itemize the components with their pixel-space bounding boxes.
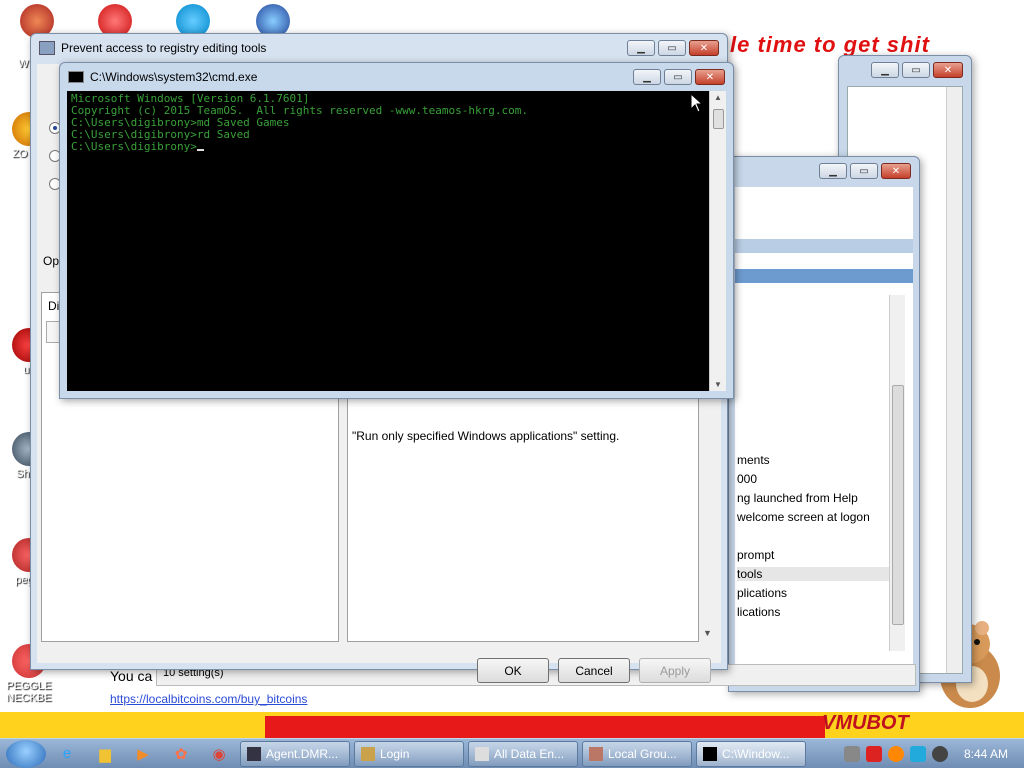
window-title: C:\Windows\system32\cmd.exe: [90, 70, 258, 84]
toolbar-strip: [735, 239, 913, 253]
vertical-scrollbar[interactable]: [946, 87, 962, 673]
scroll-down-icon[interactable]: ▼: [714, 380, 722, 389]
minimize-button[interactable]: ▁: [627, 40, 655, 56]
task-label: Local Grou...: [608, 746, 677, 761]
maximize-button[interactable]: ▭: [902, 62, 930, 78]
close-button[interactable]: ✕: [933, 62, 963, 78]
minimize-button[interactable]: ▁: [819, 163, 847, 179]
taskbar-item-login[interactable]: Login: [354, 740, 464, 767]
maximize-button[interactable]: ▭: [658, 40, 686, 56]
app-icon: [361, 746, 375, 761]
task-label: C:\Window...: [722, 746, 790, 761]
taskbar-item-cmd[interactable]: C:\Window...: [696, 740, 806, 767]
scroll-up-icon[interactable]: ▲: [714, 93, 722, 102]
maximize-button[interactable]: ▭: [664, 69, 692, 85]
tray-antivirus-icon[interactable]: [865, 745, 882, 762]
taskbar-item-agent[interactable]: Agent.DMR...: [240, 740, 350, 767]
window-controls: ▁ ▭ ✕: [819, 163, 911, 179]
policy-icon: [39, 41, 55, 55]
list-item[interactable]: ng launched from Help: [737, 491, 858, 505]
minimize-button[interactable]: ▁: [633, 69, 661, 85]
close-button[interactable]: ✕: [689, 40, 719, 56]
list-item[interactable]: plications: [737, 586, 787, 600]
scrollbar-thumb[interactable]: [713, 109, 724, 129]
tray-app-icon[interactable]: [843, 745, 860, 762]
bitcoin-link[interactable]: https://localbitcoins.com/buy_bitcoins: [110, 692, 307, 706]
start-button[interactable]: [6, 739, 46, 768]
window-controls: ▁ ▭ ✕: [627, 40, 719, 56]
cmd-icon: [68, 71, 84, 83]
list-item[interactable]: 000: [737, 472, 757, 486]
list-scrollbar[interactable]: [889, 295, 905, 651]
window-title: Prevent access to registry editing tools: [61, 41, 267, 55]
task-label: Login: [380, 746, 410, 761]
partial-text: You ca: [110, 668, 153, 684]
display-label: Di: [48, 299, 60, 313]
close-button[interactable]: ✕: [881, 163, 911, 179]
tray-search-icon[interactable]: [887, 745, 904, 762]
taskbar: e ▆ ▶ ✿ ◉ Agent.DMR... Login All Data En…: [0, 738, 1024, 768]
close-button[interactable]: ✕: [695, 69, 725, 85]
console-prompt: C:\Users\digibrony>: [71, 140, 197, 153]
text-cursor: [196, 149, 204, 151]
wallpaper-red-strip: [265, 716, 825, 740]
cmd-window[interactable]: C:\Windows\system32\cmd.exe ▁ ▭ ✕ Micros…: [59, 62, 734, 399]
mouse-pointer-icon: [690, 93, 704, 113]
help-scroll-down-icon[interactable]: ▼: [703, 628, 712, 638]
cmd-icon: [703, 746, 717, 761]
task-label: All Data En...: [494, 746, 565, 761]
window-controls: ▁ ▭ ✕: [871, 62, 963, 78]
help-text: "Run only specified Windows applications…: [352, 429, 620, 443]
system-tray: 8:44 AM: [843, 745, 1024, 762]
list-item[interactable]: lications: [737, 605, 780, 619]
scrollbar-thumb[interactable]: [892, 385, 904, 625]
app-icon: [247, 746, 261, 761]
ok-button[interactable]: OK: [477, 658, 549, 683]
window-controls: ▁ ▭ ✕: [633, 69, 725, 85]
console-prompt-line: C:\Users\digibrony>: [71, 141, 705, 153]
header-strip: [735, 269, 913, 283]
minimize-button[interactable]: ▁: [871, 62, 899, 78]
tray-network-icon[interactable]: [909, 745, 926, 762]
clock[interactable]: 8:44 AM: [964, 747, 1008, 761]
list-item[interactable]: welcome screen at logon: [737, 510, 870, 524]
list-item-selected[interactable]: tools: [737, 567, 897, 581]
chrome-icon[interactable]: ◉: [202, 741, 236, 767]
list-item[interactable]: prompt: [737, 548, 774, 562]
taskbar-item-all-data[interactable]: All Data En...: [468, 740, 578, 767]
list-item[interactable]: ments: [737, 453, 770, 467]
app-icon: [589, 746, 603, 761]
task-label: Agent.DMR...: [266, 746, 339, 761]
paint-icon[interactable]: ✿: [164, 741, 198, 767]
taskbar-item-local-group-policy[interactable]: Local Grou...: [582, 740, 692, 767]
media-player-icon[interactable]: ▶: [126, 741, 160, 767]
tray-volume-icon[interactable]: [931, 745, 948, 762]
desktop-icon-label: PEGGLE NECKBE: [6, 680, 52, 704]
console-scrollbar[interactable]: ▲ ▼: [709, 91, 726, 391]
window-titlebar[interactable]: Prevent access to registry editing tools: [31, 34, 727, 62]
maximize-button[interactable]: ▭: [850, 163, 878, 179]
policy-list-pane: ments 000 ng launched from Help welcome …: [735, 187, 913, 685]
apply-button[interactable]: Apply: [639, 658, 711, 683]
folder-icon[interactable]: ▆: [88, 741, 122, 767]
group-policy-editor-window[interactable]: ▁ ▭ ✕ ments 000 ng launched from Help we…: [728, 156, 920, 692]
options-label: Op: [43, 254, 60, 268]
internet-explorer-icon[interactable]: e: [50, 741, 84, 767]
console-output[interactable]: Microsoft Windows [Version 6.1.7601] Copy…: [67, 91, 709, 391]
wallpaper-logo: VMUBOT: [822, 712, 909, 734]
app-icon: [475, 746, 489, 761]
cancel-button[interactable]: Cancel: [558, 658, 630, 683]
